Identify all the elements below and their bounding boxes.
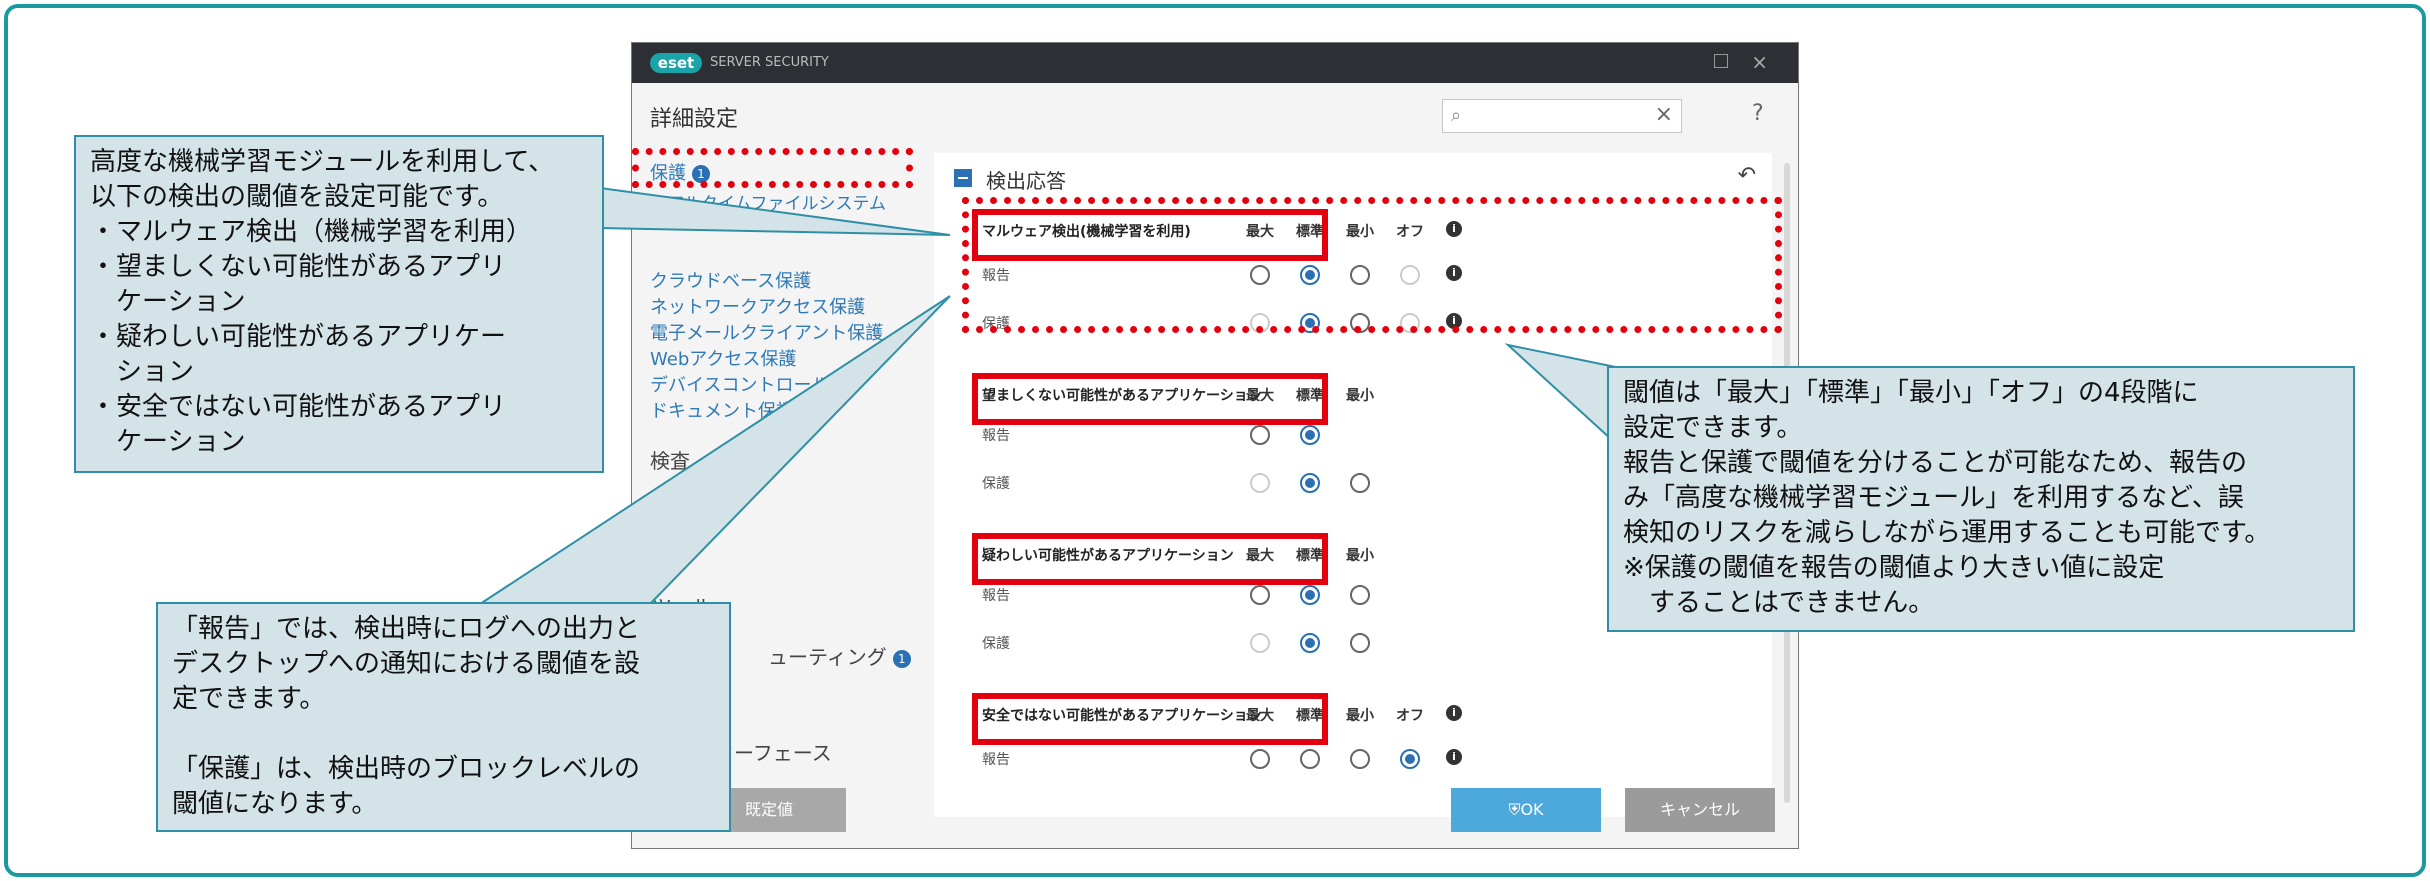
callout-line: 定できます。 — [172, 684, 326, 714]
callout-line: ケーション — [90, 287, 246, 317]
callout-line: ション — [90, 357, 195, 387]
callout-report-protect: 「報告」では、検出時にログへの出力と デスクトップへの通知における閾値を設 定で… — [156, 602, 731, 832]
callout-line: 閾値は「最大」「標準」「最小」「オフ」の4段階に — [1623, 378, 2199, 408]
callout-line: 検知のリスクを減らしながら運用することも可能です。 — [1623, 518, 2271, 548]
callout-line: 以下の検出の閾値を設定可能です。 — [90, 182, 504, 212]
callout-spacer — [172, 717, 715, 752]
callout-line: 「保護」は、検出時のブロックレベルの — [172, 754, 641, 784]
callout-line: ・安全ではない可能性があるアプリ — [90, 392, 507, 422]
callout-threshold: 閾値は「最大」「標準」「最小」「オフ」の4段階に 設定できます。 報告と保護で閾… — [1607, 366, 2355, 632]
callout-line: することはできません。 — [1623, 588, 1935, 618]
callout-line: 閾値になります。 — [172, 789, 378, 819]
callout-line: ・望ましくない可能性があるアプリ — [90, 252, 507, 282]
callout-line: 「報告」では、検出時にログへの出力と — [172, 614, 641, 644]
pointer-left-top — [599, 186, 951, 236]
callout-line: 設定できます。 — [1623, 413, 1803, 443]
callout-line: 報告と保護で閾値を分けることが可能なため、報告の — [1623, 448, 2248, 478]
callout-line: 高度な機械学習モジュールを利用して、 — [90, 147, 555, 177]
callout-line: ケーション — [90, 427, 246, 457]
callout-line: み「高度な機械学習モジュール」を利用するなど、誤 — [1623, 483, 2244, 513]
callout-overview: 高度な機械学習モジュールを利用して、 以下の検出の閾値を設定可能です。 ・マルウ… — [74, 135, 604, 473]
callout-line: ・疑わしい可能性があるアプリケー — [90, 322, 507, 352]
callout-line: デスクトップへの通知における閾値を設 — [172, 649, 641, 679]
callout-line: ※保護の閾値を報告の閾値より大きい値に設定 — [1623, 553, 2165, 583]
callout-line: ・マルウェア検出（機械学習を利用） — [90, 217, 533, 247]
